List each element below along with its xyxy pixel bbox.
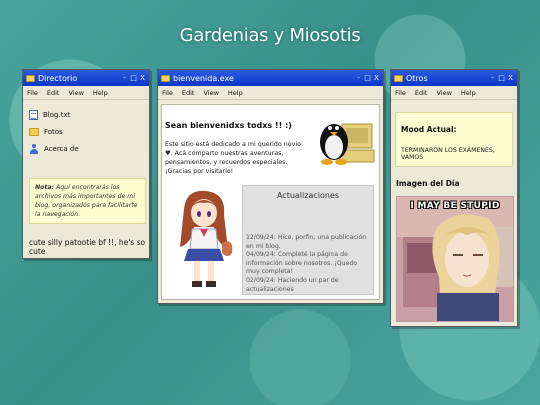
folder-icon	[394, 74, 403, 82]
menu-view[interactable]: View	[203, 89, 218, 97]
menu-edit[interactable]: Edit	[415, 89, 428, 97]
welcome-heading: Sean bienvenidxs todxs !! :)	[165, 121, 292, 130]
folder-icon	[161, 74, 170, 82]
minimize-button[interactable]: -	[355, 74, 362, 82]
mood-value: TERMINARON LOS EXÁMENES, VAMOS	[401, 147, 495, 161]
bienvenida-content: Sean bienvenidxs todxs !! :) Este sitio …	[161, 104, 380, 300]
otros-titlebar[interactable]: Otros - □ X	[391, 70, 517, 86]
close-button[interactable]: X	[373, 74, 380, 82]
otros-window: Otros - □ X File Edit View Help Mood Act…	[390, 69, 518, 327]
bienvenida-titlebar[interactable]: bienvenida.exe - □ X	[158, 70, 383, 86]
updates-title: Actualizaciones	[276, 191, 340, 200]
mood-label: Mood Actual:	[401, 125, 457, 134]
note-box: Nota: Aquí encontrarás los archivos más …	[29, 178, 146, 224]
directorio-window: Directorio - □ X File Edit View Help Blo…	[22, 69, 150, 259]
maximize-button[interactable]: □	[130, 74, 137, 82]
file-fotos[interactable]: Fotos	[29, 125, 79, 139]
menu-view[interactable]: View	[68, 89, 83, 97]
anime-boy-picture	[397, 197, 513, 321]
folder-icon	[26, 74, 35, 82]
menu-view[interactable]: View	[436, 89, 451, 97]
minimize-button[interactable]: -	[121, 74, 128, 82]
menu-help[interactable]: Help	[461, 89, 476, 97]
menu-bar: File Edit View Help	[391, 86, 517, 100]
file-label: Fotos	[44, 128, 63, 136]
bienvenida-window: bienvenida.exe - □ X File Edit View Help…	[157, 69, 384, 304]
image-of-day-label: Imagen del Día	[396, 179, 460, 188]
update-item: 04/09/24: Completé la página de informac…	[246, 251, 358, 276]
mood-box: Mood Actual: TERMINARON LOS EXÁMENES, VA…	[395, 112, 513, 167]
text-file-icon	[29, 110, 38, 120]
image-of-day: I MAY BE STUPID	[396, 196, 514, 322]
menu-help[interactable]: Help	[93, 89, 108, 97]
note-label: Nota:	[35, 184, 55, 191]
window-title: Otros	[406, 73, 428, 83]
footer-caption: cute silly patootie bf !!, he's so cute	[29, 238, 146, 256]
image-caption: I MAY BE STUPID	[410, 201, 500, 211]
maximize-button[interactable]: □	[498, 74, 505, 82]
folder-icon	[29, 128, 39, 136]
update-item: 02/09/24: Haciendo un par de actualizaci…	[246, 276, 339, 293]
menu-bar: File Edit View Help	[158, 86, 383, 100]
menu-help[interactable]: Help	[228, 89, 243, 97]
menu-file[interactable]: File	[162, 89, 173, 97]
menu-bar: File Edit View Help	[23, 86, 149, 100]
file-label: Blog.txt	[43, 111, 71, 119]
welcome-paragraph: Este sitio está dedicado a mi querido no…	[165, 141, 301, 175]
close-button[interactable]: X	[507, 74, 514, 82]
file-blog[interactable]: Blog.txt	[29, 108, 79, 122]
maximize-button[interactable]: □	[364, 74, 371, 82]
file-acerca-de[interactable]: Acerca de	[29, 142, 79, 156]
updates-panel: Actualizaciones 12/09/24: Hice, porfin, …	[242, 185, 374, 295]
directorio-content: Blog.txt Fotos Acerca de Nota: Aquí enco…	[26, 103, 146, 256]
site-title: Gardenias y Miosotis	[179, 25, 361, 46]
minimize-button[interactable]: -	[489, 74, 496, 82]
menu-edit[interactable]: Edit	[47, 89, 60, 97]
update-item: 12/09/24: Hice, porfin, una publicación …	[246, 234, 367, 250]
file-label: Acerca de	[44, 145, 79, 153]
window-title: Directorio	[38, 73, 78, 83]
menu-file[interactable]: File	[395, 89, 406, 97]
close-button[interactable]: X	[139, 74, 146, 82]
menu-edit[interactable]: Edit	[182, 89, 195, 97]
user-icon	[29, 144, 39, 154]
updates-list: 12/09/24: Hice, porfin, una publicación …	[246, 234, 372, 294]
menu-file[interactable]: File	[27, 89, 38, 97]
penguin-computer-illustration	[320, 123, 375, 165]
directorio-titlebar[interactable]: Directorio - □ X	[23, 70, 149, 86]
window-title: bienvenida.exe	[173, 73, 234, 83]
anime-girl-illustration	[180, 190, 233, 287]
